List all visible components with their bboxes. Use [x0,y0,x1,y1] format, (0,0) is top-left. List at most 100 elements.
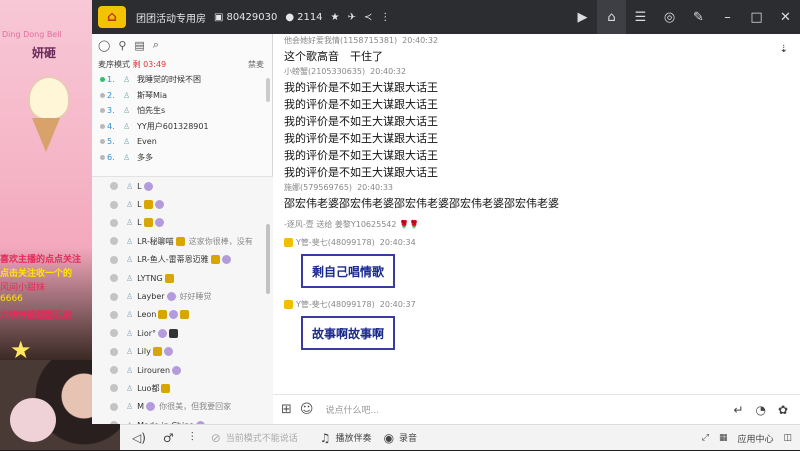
chat-sender: 他会她好爱我情(1158715381) 20:40:32 [284,36,439,45]
yy-logo-icon[interactable]: ⌂ [98,6,126,28]
app-center-button[interactable]: 应用中心 [737,432,773,445]
left-panel: ◯ ⚲ ▤ ⌕ 麦序模式 剩 03:49 禁麦 1. ♙ 我睡觉的时候不困 2. ♙ 斯… [92,34,273,424]
member-name: Leon [137,310,157,320]
chat-sender: Y管-斐七(48099178) 20:40:34 [284,236,800,250]
left-toolbar: ◯ ⚲ ▤ ⌕ [92,34,272,56]
badge-icon [210,255,220,265]
member-row[interactable]: ♙Made in China [92,416,273,424]
badge-icon [221,255,231,265]
user-icon: ♙ [123,90,131,100]
member-row[interactable]: ♙ Lirouren [92,361,273,379]
song-card: 故事啊故事啊 [301,316,395,350]
chat-message: 施娜(579569765) 20:40:33 邵宏伟老婆邵宏伟老婆邵宏伟老婆邵宏伟… [273,181,800,212]
queue-item[interactable]: 5. ♙ Even [100,134,272,150]
play-accompaniment-button[interactable]: ♫ 播放伴奏 [320,431,372,445]
search-icon[interactable]: ⌕ [153,38,159,52]
close-icon[interactable]: ✕ [771,0,800,34]
user-icon: ♙ [126,181,134,191]
chat-text: 邵宏伟老婆邵宏伟老婆邵宏伟老婆邵宏伟老婆邵宏伟老婆 [284,197,559,210]
chat-text: 我的评价是不如王大谋跟大话王 [284,132,438,145]
maximize-icon[interactable]: □ [742,0,771,34]
plush-toy [10,398,56,442]
user-count[interactable]: ● 2114 [285,12,322,23]
member-row[interactable]: ♙ Layber 好好睡觉 [92,287,273,305]
member-row[interactable]: ♙ Leon [92,306,273,324]
member-row[interactable]: ♙ Lily [92,343,273,361]
status-dot [110,329,118,338]
status-dot [110,200,118,209]
member-row[interactable]: ♙ LYTNG [92,269,273,287]
game-icon[interactable]: ◎ [655,0,684,34]
status-dot [110,366,118,375]
equalizer-button[interactable]: ⫶ [191,430,199,445]
more-icon[interactable]: ⋮ [380,12,390,23]
queue-item[interactable]: 4. ♙ YY用户601328901 [100,119,272,135]
member-name: L [137,218,142,228]
record-icon: ◉ [383,430,395,445]
gift-icon[interactable]: ✿ [778,403,788,417]
user-icon: ♙ [126,200,134,210]
room-id[interactable]: ▣ 80429030 [214,12,277,23]
gamepad-icon[interactable]: ⊞ [281,402,292,417]
overlay-line: 6666 [0,294,23,304]
chat-sender: Y管-斐七(48099178) 20:40:37 [284,298,800,312]
badge-icon [163,347,173,357]
speaker-button[interactable]: ◁) [132,431,151,445]
member-row[interactable]: ♙ L [92,195,273,213]
location-icon[interactable]: ⚲ [118,39,126,52]
minimize-icon[interactable]: – [713,0,742,34]
send-icon[interactable]: ↵ [733,403,743,417]
member-row[interactable]: ♙ LR-秘聊喵 这家你很棒，没有 [92,232,273,250]
chat-input[interactable]: 说点什么吧... [325,403,379,416]
icecream-illustration [28,76,70,120]
queue-item[interactable]: 3. ♙ 怕先生s [100,103,272,119]
member-row[interactable]: ♙ M 你很美，但我要回家 [92,398,273,416]
member-row[interactable]: ♙ L [92,177,273,195]
mic-button[interactable]: ♂ [163,431,179,445]
skin-icon[interactable]: ✎ [684,0,713,34]
scroll-lock-icon[interactable]: ⇣ [780,44,788,55]
share-icon[interactable]: ≺ [364,12,372,23]
member-name: Layber [137,292,165,302]
user-icon: ♙ [126,383,134,393]
member-row[interactable]: ♙ Lior° [92,324,273,342]
quick-reply-icon[interactable]: ◔ [755,403,765,417]
app-center-icon[interactable]: ▦ [719,433,728,443]
member-note: 好好睡觉 [179,292,212,302]
video-icon[interactable]: ▶ [568,0,597,34]
member-row[interactable]: ♙ L [92,214,273,232]
queue-item[interactable]: 1. ♙ 我睡觉的时候不困 [100,72,272,88]
badge-icon [158,328,168,338]
vip-icon [284,300,293,309]
mic-off-icon: ⊘ [210,430,221,445]
badge-icon [161,383,171,393]
chat-message: Y管-斐七(48099178) 20:40:34 剩自己唱情歌 [273,236,800,288]
member-row[interactable]: ♙ Luo都 [92,379,273,397]
favorite-icon[interactable]: ★ [331,12,340,23]
member-row[interactable]: ♙ LR-鱼人-雷蒂恩迈雅 [92,251,273,269]
board-icon[interactable]: ▤ [134,39,144,52]
queue-scrollbar[interactable] [266,78,270,102]
record-button[interactable]: ◉ 录音 [384,431,418,445]
plane-icon[interactable]: ✈ [348,12,356,23]
status-dot [110,292,118,301]
badge-icon [146,402,156,412]
overlay-line: 点击关注收一个的 [0,269,73,279]
mode-remaining: 剩 03:49 [132,59,167,69]
badge-icon [166,292,176,302]
mic-icon: ♂ [162,430,174,445]
list-icon[interactable]: ☰ [626,0,655,34]
member-scrollbar[interactable] [266,224,270,294]
expand-icon[interactable]: ⤢ [702,433,709,443]
home-icon[interactable]: ⌂ [597,0,626,34]
queue-item[interactable]: 6. ♙ 多多 [100,150,272,166]
person-icon[interactable]: ◯ [98,39,110,52]
message-icon[interactable]: ◫ [783,433,792,443]
emoji-icon[interactable]: ☺ [300,402,314,417]
ban-mic-button[interactable]: 禁麦 [248,59,264,70]
member-name: L [137,181,142,191]
status-dot [110,274,118,283]
queue-item[interactable]: 2. ♙ 斯琴Mia [100,88,272,104]
bottom-bar: ◁) ♂ ⫶ ⊘ 当前模式不能说话 ♫ 播放伴奏 ◉ 录音 ⤢ ▦ 应用中心 ◫ [120,424,800,450]
user-icon: ♙ [126,255,134,265]
